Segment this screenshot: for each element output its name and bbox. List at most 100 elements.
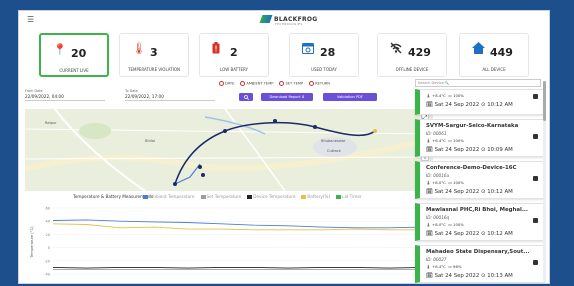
download-report-button[interactable]: Download Report ⬇ [261,93,313,101]
hamburger-icon[interactable]: ☰ [27,15,34,24]
device-timestamp: 🗓 Sat 24 Sep 2022 ⊙ 10:12 AM [426,102,513,108]
map-label: Raipur [45,121,57,125]
legend-item-set: SET TEMP [279,81,303,86]
y-tick-label: -20 [44,259,50,263]
card-label: OFFLINE DEVICE [395,67,429,72]
card-temperature-violation[interactable]: 🌡 3 TEMPERATURE VIOLATION [119,33,189,77]
logo-mark-icon [259,15,273,23]
device-timestamp: 🗓 Sat 24 Sep 2022 ⊙ 10:13 AM [426,273,513,279]
card-value: 28 [320,46,336,59]
clock-icon [309,81,315,86]
card-current-live[interactable]: 📍 20 CURRENT LIVE [39,33,109,77]
from-date-label: From Date [25,89,43,93]
card-all-device[interactable]: 449 ALL DEVICE [459,33,529,77]
map-label: Bhilai [145,139,155,143]
device-card[interactable]: Mawlasnai PHC,Ri Bhoi, Meghal... ID: 0001… [415,203,545,241]
top-bar: ☰ BLACKFROG TECHNOLOGIES [19,11,549,31]
legend-device[interactable]: Device Temperature [247,194,295,199]
validation-pdf-button[interactable]: Validation PDF [323,93,377,101]
device-action-icon[interactable] [533,218,538,223]
device-stats: 🌡 +8.0°C ▭ 100% [426,180,464,185]
clock-icon [219,81,224,86]
chart-legend: Ambient Temperature Set Temperature Devi… [143,194,362,199]
device-name: Conference-Demo-Device-16C [426,165,517,171]
to-date-label: To Date [125,89,138,93]
legend-lid[interactable]: Lid Timer [336,194,362,199]
device-card[interactable]: Mahadeo State Dispensary,Sout... ID: 0002… [415,245,545,283]
y-tick-label: 60 [46,207,50,211]
legend-set[interactable]: Set Temperature [200,194,241,199]
logo-text: BLACKFROG [274,15,318,23]
clock-icon [240,81,246,86]
map-label: Bhubaneswar [321,139,346,143]
device-name: SVYM-Sargur-Seico-Karnataka [426,123,519,129]
card-low-battery[interactable]: 2 LOW BATTERY [199,33,269,77]
search-button[interactable] [239,93,253,101]
device-stats: 🌡 +6.4°C ▭ 100% [426,138,464,143]
to-date-input[interactable]: 22/09/2022, 17:00 [125,94,215,101]
device-card[interactable]: 🌡 +8.4°C ▭ 100% 🗓 Sat 24 Sep 2022 ⊙ 10:12… [415,89,545,115]
card-value: 449 [490,46,513,59]
legend-swatch [336,195,342,199]
legend-ambient[interactable]: Ambient Temperature [143,194,195,199]
from-date-input[interactable]: 22/09/2022, 04:00 [25,94,105,101]
dashboard-window: ☰ BLACKFROG TECHNOLOGIES 📍 20 CURRENT LI… [18,10,550,284]
calendar-icon [302,42,314,57]
device-id: ID: 00027 [426,257,447,262]
device-action-icon[interactable] [533,260,538,265]
device-action-icon[interactable] [533,134,538,139]
legend-battery[interactable]: Battery(%) [301,194,330,199]
card-offline-device[interactable]: 429 OFFLINE DEVICE [377,33,447,77]
search-icon [243,94,249,100]
card-label: LOW BATTERY [220,67,248,72]
device-timestamp: 🗓 Sat 24 Sep 2022 ⊙ 10:12 AM [426,231,513,237]
y-tick-label: 40 [46,220,50,224]
thermometer-icon: 🌡 [132,42,146,55]
device-action-icon[interactable] [533,94,538,99]
y-tick-label: -40 [44,273,50,277]
device-timestamp: 🗓 Sat 24 Sep 2022 ⊙ 10:12 AM [426,189,513,195]
card-label: CURRENT LIVE [59,68,89,73]
card-value: 2 [230,46,238,59]
map-legend: DATE AMBIENT TEMP SET TEMP RETURN [219,81,330,86]
card-value: 20 [71,47,87,60]
map-canvas [25,109,433,191]
device-id: ID: 00016a [426,173,450,178]
route-map[interactable]: Raipur Bhubaneswar Cuttack Bhilai ⤢ + − … [25,109,433,191]
y-axis-label: Temperature (°C) [30,226,34,259]
device-card[interactable]: SVYM-Sargur-Seico-Karnataka ID: 00061 🌡 +6… [415,119,545,157]
card-label: TEMPERATURE VIOLATION [128,67,180,72]
card-label: USED TODAY [311,67,337,72]
logo-subtext: TECHNOLOGIES [275,23,303,26]
logo: BLACKFROG [259,15,318,23]
card-value: 3 [150,46,158,59]
summary-cards: 📍 20 CURRENT LIVE 🌡 3 TEMPERATURE VIOLAT… [19,33,549,77]
device-card[interactable]: Conference-Demo-Device-16C ID: 00016a 🌡 +8… [415,161,545,199]
measurements-chart: Temperature & Battery Measurements Ambie… [25,194,433,283]
card-value: 429 [408,46,431,59]
card-label: ALL DEVICE [482,67,506,72]
home-icon [472,42,485,57]
device-id: ID: 00061 [426,131,447,136]
device-action-icon[interactable] [533,176,538,181]
battery-alert-icon [212,42,220,57]
wifi-off-icon [390,42,402,57]
legend-swatch [143,195,148,199]
y-tick-label: 20 [46,233,50,237]
chart-plot: -40 -20 0 20 40 60 Temperature (°C) [30,207,424,277]
chart-title: Temperature & Battery Measurements [73,194,154,199]
sidebar-scrollbar[interactable] [543,81,546,281]
device-id: ID: 00016q [426,215,450,220]
card-used-today[interactable]: 28 USED TODAY [289,33,359,77]
map-label: Cuttack [327,149,341,153]
device-timestamp: 🗓 Sat 24 Sep 2022 ⊙ 10:09 AM [426,147,513,153]
legend-item-ambient: AMBIENT TEMP [240,81,273,86]
y-tick-label: 0 [48,246,50,250]
search-device-input[interactable]: Search Device 🔍 [415,79,541,87]
legend-swatch [200,195,206,199]
legend-item-return: RETURN [309,81,330,86]
legend-swatch [301,195,307,199]
device-name: Mahadeo State Dispensary,Sout... [426,249,530,255]
device-stats: 🌡 +8.4°C ▭ 100% [426,93,464,98]
device-stats: 🌡 +8.4°C ▭ 96% [426,264,462,269]
